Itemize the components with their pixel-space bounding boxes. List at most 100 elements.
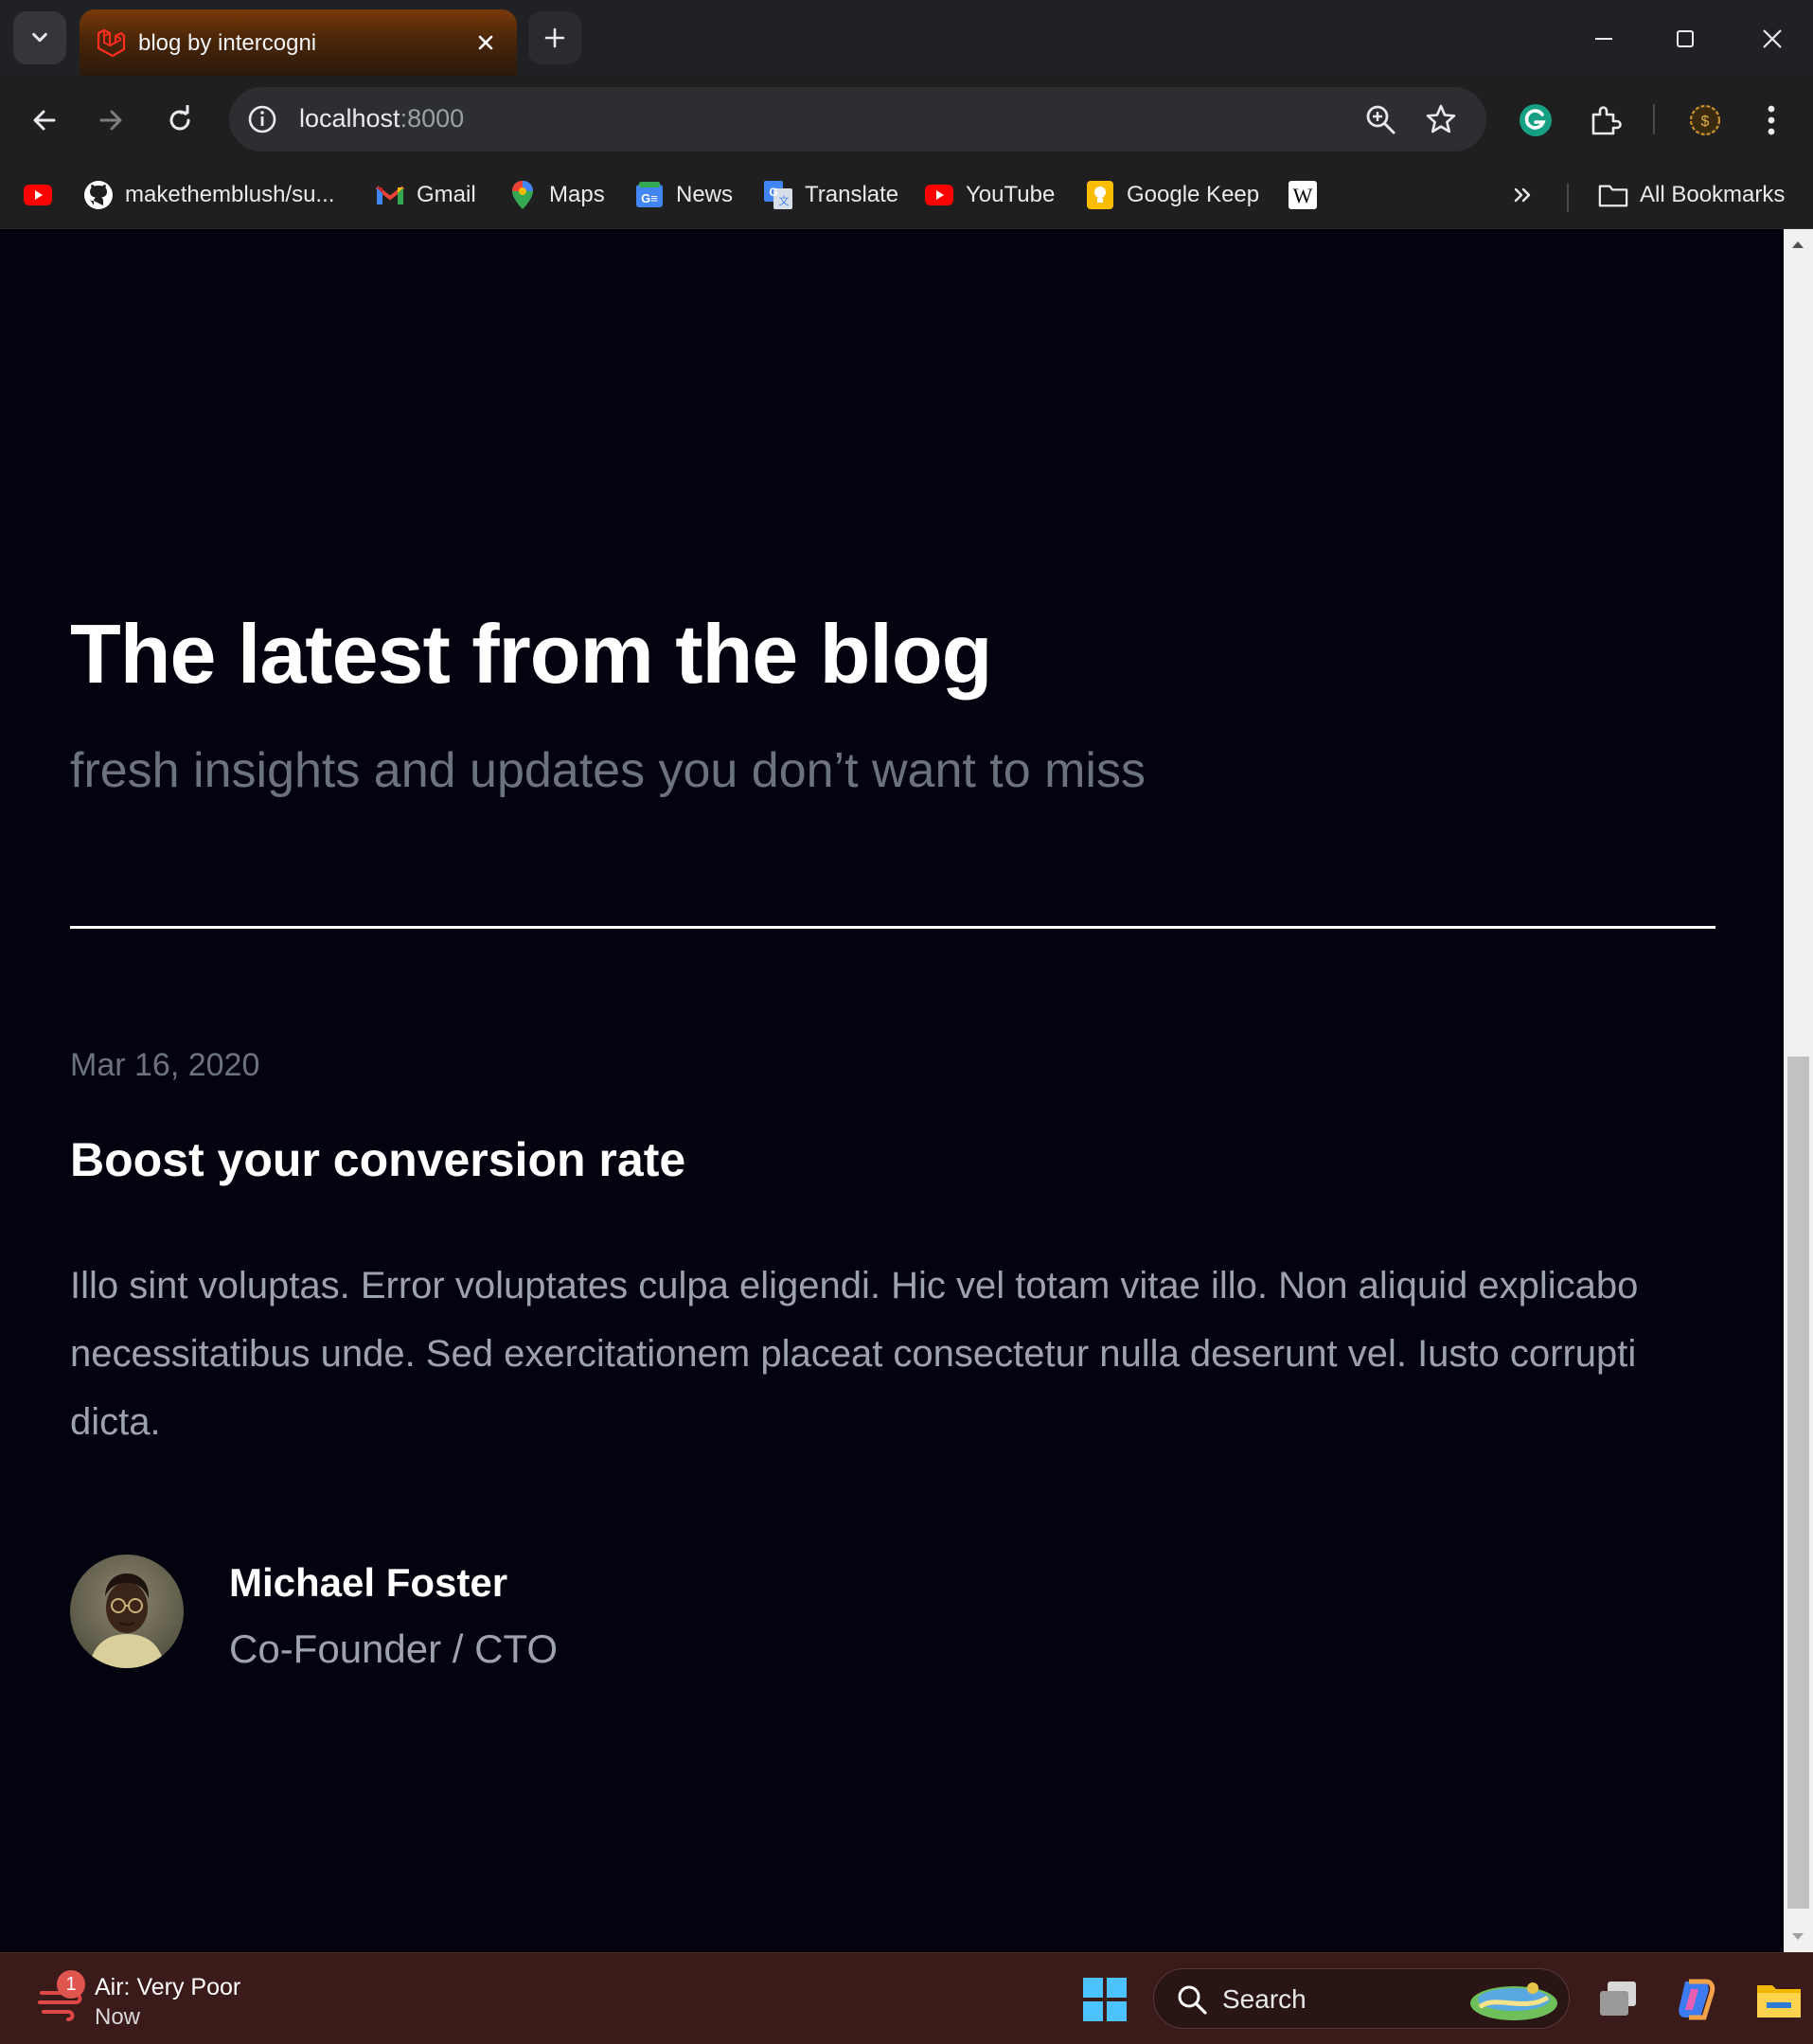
- copilot-icon[interactable]: [1670, 1974, 1721, 2025]
- reload-button[interactable]: [156, 97, 204, 144]
- puzzle-icon: [1591, 106, 1622, 135]
- post-date: Mar 16, 2020: [70, 1047, 260, 1083]
- forward-button[interactable]: [87, 97, 134, 144]
- arrow-right-icon: [99, 110, 122, 131]
- author-name[interactable]: Michael Foster: [229, 1560, 507, 1606]
- all-bookmarks-button[interactable]: All Bookmarks: [1598, 176, 1785, 214]
- menu-button[interactable]: [1748, 97, 1795, 144]
- grammarly-icon: [1520, 104, 1552, 136]
- weather-title[interactable]: Air: Very Poor: [95, 1974, 240, 2001]
- post-title-link[interactable]: Boost your conversion rate: [70, 1132, 685, 1187]
- toolbar-divider: [1653, 104, 1655, 134]
- news-icon: G≡: [634, 180, 665, 210]
- bookmark-github[interactable]: makethemblush/su...: [83, 176, 334, 214]
- task-view-icon[interactable]: [1592, 1974, 1644, 2025]
- arrow-left-icon: [33, 110, 56, 131]
- page-title: The latest from the blog: [70, 607, 992, 701]
- post-excerpt: Illo sint voluptas. Error voluptates cul…: [70, 1265, 1639, 1443]
- translate-icon: G文: [763, 180, 793, 210]
- minimize-icon: [1595, 38, 1612, 40]
- youtube-icon: [924, 180, 954, 210]
- bookmark-gmail[interactable]: Gmail: [375, 176, 476, 214]
- bookmark-label: Maps: [549, 182, 605, 207]
- gmail-icon: [375, 180, 405, 210]
- folder-icon: [1598, 180, 1628, 210]
- notification-badge: 1: [57, 1970, 85, 1999]
- maps-icon: [507, 180, 538, 210]
- taskbar-search[interactable]: Search: [1153, 1968, 1570, 2029]
- bookmark-youtube[interactable]: YouTube: [924, 176, 1055, 214]
- url-text[interactable]: localhost:8000: [299, 104, 464, 133]
- section-divider: [70, 926, 1715, 929]
- file-explorer-icon[interactable]: [1753, 1974, 1804, 2025]
- tab-search-button[interactable]: [13, 11, 66, 64]
- url-port: :8000: [400, 104, 465, 133]
- all-bookmarks-label: All Bookmarks: [1640, 182, 1786, 207]
- svg-text:$: $: [1701, 114, 1710, 130]
- extensions-button[interactable]: [1581, 97, 1628, 144]
- tab-close-button[interactable]: [470, 27, 502, 59]
- bookmark-maps[interactable]: Maps: [507, 176, 605, 214]
- bookmarks-overflow-button[interactable]: [1507, 176, 1537, 214]
- bookmark-youtube-short[interactable]: [23, 176, 64, 214]
- page-viewport: The latest from the blog fresh insights …: [0, 229, 1784, 1952]
- bookmark-label: makethemblush/su...: [125, 182, 335, 207]
- address-bar[interactable]: localhost:8000: [229, 87, 1486, 151]
- svg-text:W: W: [1293, 184, 1313, 207]
- maximize-icon: [1677, 30, 1694, 47]
- more-vert-icon: [1768, 105, 1775, 135]
- bookmark-label: Google Keep: [1127, 182, 1260, 207]
- weather-subtitle: Now: [95, 2004, 141, 2030]
- scrollbar-thumb[interactable]: [1787, 1057, 1809, 1909]
- grammarly-extension[interactable]: [1512, 97, 1559, 144]
- maximize-button[interactable]: [1662, 17, 1708, 61]
- bookmark-google-keep[interactable]: Google Keep: [1085, 176, 1259, 214]
- scroll-up-arrow-icon[interactable]: [1790, 239, 1805, 250]
- bookmark-translate[interactable]: G文 Translate: [763, 176, 898, 214]
- bookmark-label: News: [676, 182, 734, 207]
- tab-active[interactable]: blog by intercogni: [80, 9, 517, 76]
- bookmark-wikipedia[interactable]: W: [1288, 176, 1329, 214]
- wikipedia-icon: W: [1288, 180, 1318, 210]
- search-highlight-icon: [1470, 1982, 1557, 2020]
- bookmarks-divider: [1567, 184, 1569, 212]
- svg-text:G≡: G≡: [641, 191, 658, 205]
- chevron-down-icon: [32, 32, 47, 43]
- vertical-scrollbar[interactable]: [1784, 229, 1813, 1952]
- minimize-button[interactable]: [1581, 17, 1626, 61]
- site-info-icon[interactable]: [246, 103, 278, 135]
- browser-toolbar: localhost:8000 $: [0, 76, 1813, 163]
- author-avatar: [70, 1555, 184, 1668]
- plus-icon: [544, 27, 565, 48]
- author-photo: [70, 1555, 184, 1668]
- bookmarks-bar: makethemblush/su... Gmail Maps G≡ News G…: [0, 163, 1813, 229]
- keep-icon: [1085, 180, 1115, 210]
- url-host: localhost: [299, 104, 400, 133]
- author-role: Co-Founder / CTO: [229, 1626, 559, 1671]
- search-label: Search: [1222, 1984, 1306, 2014]
- svg-text:G: G: [769, 186, 777, 199]
- new-tab-button[interactable]: [528, 11, 581, 64]
- github-icon: [83, 180, 114, 210]
- close-icon: [478, 35, 493, 50]
- tab-title: blog by intercogni: [138, 30, 317, 56]
- bookmark-label: Gmail: [417, 182, 476, 207]
- back-button[interactable]: [21, 97, 68, 144]
- close-icon: [1763, 29, 1782, 48]
- laravel-icon: [97, 28, 126, 58]
- profile-icon: $: [1689, 104, 1721, 136]
- scroll-down-arrow-icon[interactable]: [1790, 1931, 1805, 1943]
- browser-titlebar: blog by intercogni: [0, 0, 1813, 76]
- double-chevron-right-icon: [1507, 180, 1537, 210]
- zoom-icon[interactable]: [1363, 102, 1397, 136]
- youtube-icon: [23, 180, 53, 210]
- bookmark-label: Translate: [805, 182, 899, 207]
- bookmark-label: YouTube: [966, 182, 1056, 207]
- windows-start-icon[interactable]: [1081, 1976, 1129, 2023]
- profile-button[interactable]: $: [1681, 97, 1729, 144]
- page-subtitle: fresh insights and updates you don’t wan…: [70, 743, 1146, 798]
- bookmark-star-icon[interactable]: [1424, 102, 1458, 136]
- bookmark-news[interactable]: G≡ News: [634, 176, 733, 214]
- close-window-button[interactable]: [1750, 17, 1795, 61]
- reload-icon: [169, 105, 190, 131]
